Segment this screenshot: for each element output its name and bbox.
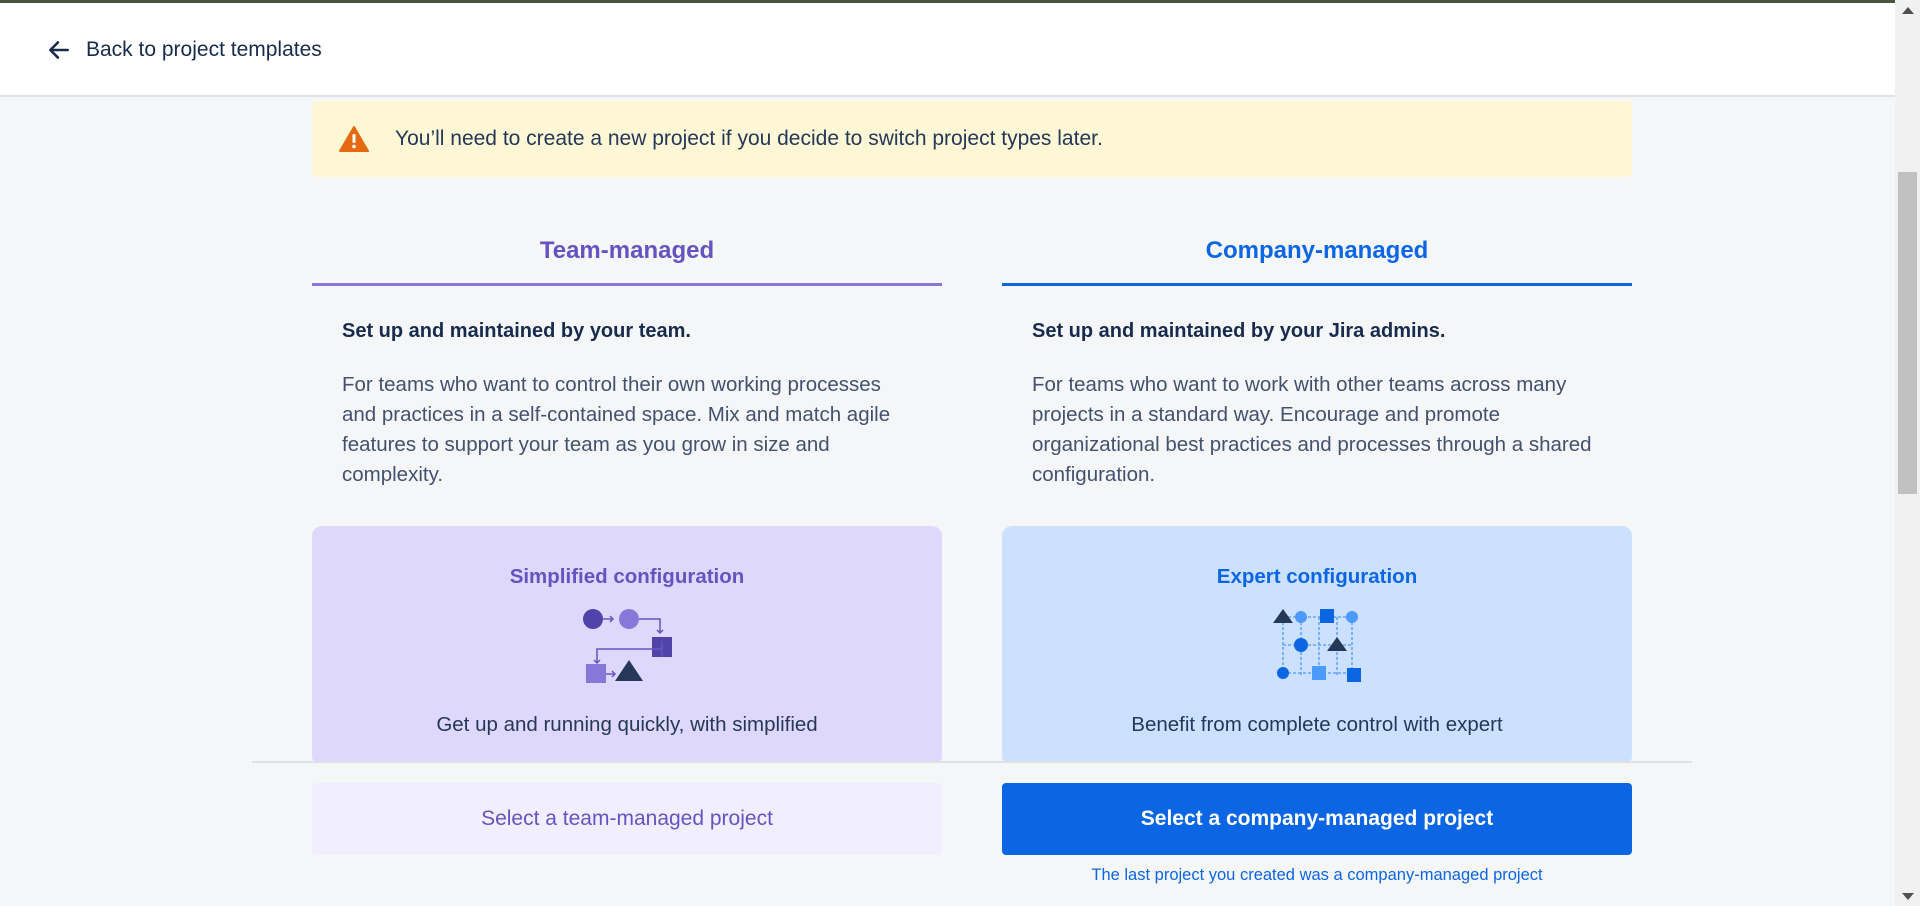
select-company-managed-button[interactable]: Select a company-managed project bbox=[1002, 783, 1632, 855]
scroll-up-arrow[interactable] bbox=[1895, 0, 1920, 20]
back-link-label: Back to project templates bbox=[86, 38, 322, 61]
expert-config-text: Benefit from complete control with exper… bbox=[1131, 713, 1503, 736]
company-managed-column: Company-managed Set up and maintained by… bbox=[1002, 218, 1632, 490]
expert-config-card: Expert configuration Benefit from comple… bbox=[1002, 526, 1632, 766]
team-managed-description: For teams who want to control their own … bbox=[342, 373, 891, 486]
simplified-config-title: Simplified configuration bbox=[509, 565, 745, 588]
select-team-managed-button[interactable]: Select a team-managed project bbox=[312, 783, 942, 855]
company-managed-description: For teams who want to work with other te… bbox=[1032, 373, 1592, 486]
expert-config-icon bbox=[1273, 609, 1361, 682]
warning-icon bbox=[339, 126, 369, 152]
simplified-config-card: Simplified configuration Get up and runn… bbox=[312, 526, 942, 766]
simplified-config-icon bbox=[583, 609, 672, 683]
back-to-templates-link[interactable]: Back to project templates bbox=[46, 37, 322, 63]
last-project-note: The last project you created was a compa… bbox=[1091, 866, 1543, 884]
team-managed-subtitle: Set up and maintained by your team. bbox=[342, 320, 691, 342]
simplified-config-text: Get up and running quickly, with simplif… bbox=[436, 713, 818, 736]
scrollbar-thumb[interactable] bbox=[1898, 172, 1917, 494]
warning-text: You’ll need to create a new project if y… bbox=[395, 127, 1103, 150]
tab-company-managed[interactable]: Company-managed bbox=[1002, 218, 1632, 286]
arrow-left-icon bbox=[49, 41, 69, 59]
expert-config-title: Expert configuration bbox=[1216, 565, 1418, 588]
company-managed-subtitle: Set up and maintained by your Jira admin… bbox=[1032, 320, 1446, 342]
page-header: Back to project templates bbox=[0, 3, 1895, 97]
footer-action-bar: Select a team-managed project Select a c… bbox=[252, 761, 1692, 906]
scroll-down-arrow[interactable] bbox=[1895, 886, 1920, 906]
team-managed-column: Team-managed Set up and maintained by yo… bbox=[312, 218, 942, 490]
warning-banner: You’ll need to create a new project if y… bbox=[312, 101, 1632, 177]
tab-team-managed[interactable]: Team-managed bbox=[312, 218, 942, 286]
